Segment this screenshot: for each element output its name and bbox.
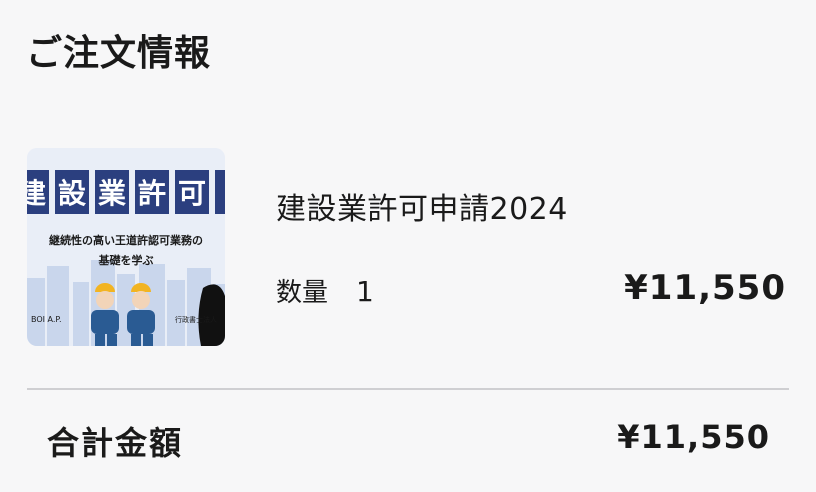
product-name: 建設業許可申請2024 xyxy=(276,192,568,227)
total-value: ¥11,550 xyxy=(617,418,770,456)
thumbnail-banner-char: 許 xyxy=(138,177,166,210)
thumbnail-footer-right: 行政書士法人 xyxy=(175,315,217,324)
thumbnail-text-line1: 継続性の高い王道許認可業務の xyxy=(49,233,203,247)
quantity-row: 数量 1 xyxy=(276,272,374,309)
thumbnail-text-line2: 基礎を学ぶ xyxy=(98,253,154,267)
thumbnail-banner-char: 可 xyxy=(178,177,206,210)
thumbnail-banner-char: 設 xyxy=(58,177,87,210)
quantity-value: 1 xyxy=(356,275,374,308)
thumbnail-banner: 建 設 業 許 可 xyxy=(27,170,225,214)
thumbnail-footer-left: BOI A.P. xyxy=(31,315,62,324)
thumbnail-banner-char: 業 xyxy=(98,177,126,210)
item-price: ¥11,550 xyxy=(624,268,786,308)
product-thumbnail: 建 設 業 許 可 継続性の高い王道許認可業務の 基礎を学ぶ BOI A.P. … xyxy=(27,148,225,346)
divider xyxy=(27,388,789,390)
quantity-label: 数量 xyxy=(276,278,329,308)
order-info-title: ご注文情報 xyxy=(26,33,212,74)
total-label: 合計金額 xyxy=(47,424,184,462)
thumbnail-banner-char: 建 xyxy=(27,177,46,210)
